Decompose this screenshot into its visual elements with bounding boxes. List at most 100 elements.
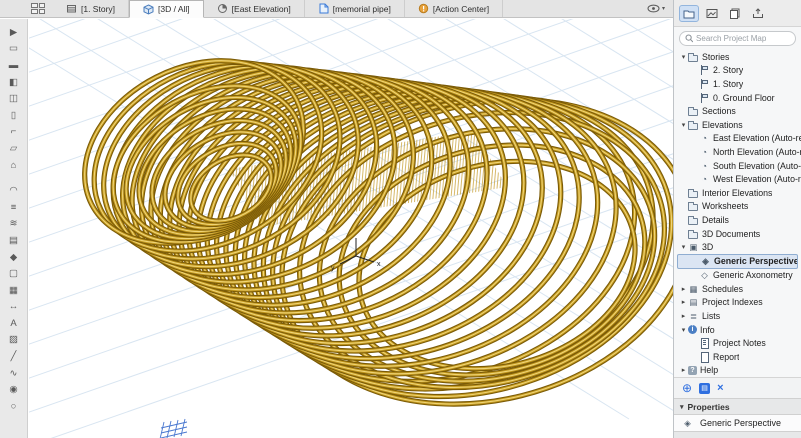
- tree-item-help[interactable]: ▸? Help: [677, 364, 801, 377]
- delete-button[interactable]: ×: [717, 382, 723, 394]
- spline-tool[interactable]: ∿: [3, 365, 25, 382]
- elevation-icon: ◔: [701, 146, 708, 157]
- properties-header[interactable]: ▾ Properties: [674, 398, 801, 415]
- layout-book-button[interactable]: [725, 5, 745, 22]
- list-icon: ≣: [689, 311, 698, 322]
- select-tool[interactable]: ▶: [3, 24, 25, 41]
- cube-icon: ▣: [689, 242, 698, 253]
- beam-tool[interactable]: ⌐: [3, 124, 25, 141]
- tree-item-east-elevation-auto-rebuild[interactable]: ◔ East Elevation (Auto-rebuild: [677, 132, 801, 146]
- tree-item-label: 0. Ground Floor: [713, 92, 775, 103]
- search-icon: [685, 34, 694, 43]
- settings-button[interactable]: ▤: [699, 382, 711, 394]
- tree-item-south-elevation-auto-rebuild[interactable]: ◔ South Elevation (Auto-rebuild: [677, 159, 801, 173]
- tree-item-2-story[interactable]: 2. Story: [677, 64, 801, 78]
- story-icon: [699, 92, 710, 103]
- zone-tool[interactable]: ▢: [3, 265, 25, 282]
- slab-tool[interactable]: ▱: [3, 140, 25, 157]
- text-tool[interactable]: A: [3, 315, 25, 332]
- tree-item-generic-axonometry[interactable]: ◇ Generic Axonometry: [677, 269, 801, 283]
- folder-icon: [688, 229, 699, 239]
- tree-item-0-ground-floor[interactable]: 0. Ground Floor: [677, 91, 801, 105]
- collapse-icon[interactable]: ▾: [679, 243, 688, 251]
- wall-tool[interactable]: ▬: [3, 57, 25, 74]
- window-layout-button[interactable]: [31, 3, 45, 14]
- tree-item-info[interactable]: ▾ i Info: [677, 323, 801, 337]
- folder-icon: [688, 52, 699, 62]
- tree-item-label: Stories: [702, 51, 730, 62]
- tree-item-generic-perspective[interactable]: ◈ Generic Perspective: [677, 253, 798, 269]
- tree-item-schedules[interactable]: ▸ ▦ Schedules: [677, 282, 801, 296]
- tree-item-worksheets[interactable]: Worksheets: [677, 200, 801, 214]
- tab-label: [East Elevation]: [231, 3, 291, 14]
- tree-item-details[interactable]: Details: [677, 213, 801, 227]
- tree-item-report[interactable]: Report: [677, 350, 801, 364]
- add-viewpoint-button[interactable]: ⊕: [682, 382, 692, 394]
- tree-item-sections[interactable]: Sections: [677, 104, 801, 118]
- tab-east-elevation[interactable]: [East Elevation]: [204, 0, 305, 17]
- tree-item-west-elevation-auto-rebuild[interactable]: ◔ West Elevation (Auto-rebuild: [677, 172, 801, 186]
- collapsed-panel-edge: [674, 431, 801, 438]
- project-map-button[interactable]: [679, 4, 699, 22]
- collapse-icon[interactable]: ▾: [679, 121, 688, 129]
- project-map-icon: [683, 10, 695, 18]
- tree-item-project-notes[interactable]: Project Notes: [677, 336, 801, 350]
- collapse-icon[interactable]: ▾: [679, 53, 688, 61]
- tab-overflow-button[interactable]: ▾: [647, 0, 665, 17]
- shell-tool[interactable]: ◠: [3, 182, 25, 199]
- tree-item-3d[interactable]: ▾ ▣ 3D: [677, 240, 801, 254]
- tree-item-1-story[interactable]: 1. Story: [677, 77, 801, 91]
- dimension-tool[interactable]: ↔: [3, 299, 25, 316]
- tab-memorial-pipe[interactable]: [memorial pipe]: [305, 0, 405, 17]
- object-tool[interactable]: ○: [3, 398, 25, 415]
- expand-icon[interactable]: ▸: [679, 298, 688, 306]
- window-tool[interactable]: ◫: [3, 90, 25, 107]
- tab-3d-all[interactable]: [3D / All]: [129, 0, 204, 18]
- chevron-down-icon: ▾: [661, 6, 665, 12]
- tree-item-north-elevation-auto-rebuild[interactable]: ◔ North Elevation (Auto-rebuild: [677, 145, 801, 159]
- tree-item-elevations[interactable]: ▾ Elevations: [677, 118, 801, 132]
- tool-palette: ▶ ▭ ▬ ◧ ◫ ▯ ⌐ ▱ ⌂ ◠ ≡ ≋ ▤ ◆ ▢ ▦ ↔ A ▨ ╱ ∿ ◉ ○: [0, 19, 28, 438]
- tree-item-label: 3D Documents: [702, 228, 761, 239]
- line-tool[interactable]: ╱: [3, 348, 25, 365]
- view-map-button[interactable]: [702, 5, 722, 22]
- expand-icon[interactable]: ▸: [679, 366, 688, 374]
- search-input[interactable]: [696, 34, 790, 43]
- navigator-footer: ⊕ ▤ ×: [674, 377, 801, 398]
- tab-label: [Action Center]: [432, 3, 490, 14]
- morph-tool[interactable]: ◆: [3, 249, 25, 266]
- tree-item-interior-elevations[interactable]: Interior Elevations: [677, 186, 801, 200]
- curtain-wall-tool[interactable]: ▤: [3, 232, 25, 249]
- roof-tool[interactable]: ⌂: [3, 157, 25, 174]
- tab-action-center[interactable]: [Action Center]: [405, 0, 504, 17]
- tree-item-stories[interactable]: ▾ Stories: [677, 50, 801, 64]
- tab-label: [memorial pipe]: [332, 3, 391, 14]
- publisher-icon: [753, 7, 763, 18]
- tree-item-project-indexes[interactable]: ▸ ▤ Project Indexes: [677, 296, 801, 310]
- mesh-tool[interactable]: ▦: [3, 282, 25, 299]
- tree-item-lists[interactable]: ▸ ≣ Lists: [677, 309, 801, 323]
- tree-item-label: 2. Story: [713, 65, 744, 76]
- collapse-icon[interactable]: ▾: [679, 326, 688, 334]
- tree-item-label: East Elevation (Auto-rebuild: [713, 133, 801, 144]
- fill-tool[interactable]: ▨: [3, 332, 25, 349]
- column-tool[interactable]: ▯: [3, 107, 25, 124]
- properties-selection-row[interactable]: ◈ Generic Perspective: [674, 415, 801, 431]
- tab-1-story[interactable]: [1. Story]: [53, 0, 130, 17]
- marquee-tool[interactable]: ▭: [3, 41, 25, 58]
- door-tool[interactable]: ◧: [3, 74, 25, 91]
- stair-tool[interactable]: ≡: [3, 199, 25, 216]
- expand-icon[interactable]: ▸: [679, 285, 688, 293]
- tree-item-label: Generic Perspective: [714, 256, 797, 267]
- 3d-viewport[interactable]: x y: [29, 19, 673, 438]
- expand-icon[interactable]: ▸: [679, 312, 688, 320]
- tab-label: [1. Story]: [81, 3, 116, 14]
- tree-item-label: Help: [700, 365, 719, 376]
- schedule-icon: ▦: [689, 283, 698, 294]
- tree-item-label: Worksheets: [702, 201, 749, 212]
- tree-item-3d-documents[interactable]: 3D Documents: [677, 227, 801, 241]
- railing-tool[interactable]: ≋: [3, 216, 25, 233]
- story-icon: [699, 78, 710, 89]
- publisher-button[interactable]: [748, 5, 768, 22]
- camera-tool[interactable]: ◉: [3, 381, 25, 398]
